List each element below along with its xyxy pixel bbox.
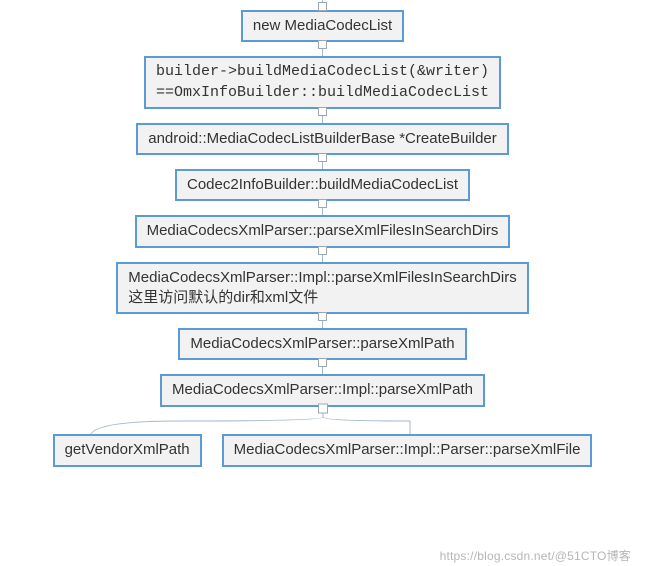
connector [322, 248, 323, 262]
connector [322, 155, 323, 169]
fork-area: getVendorXmlPath MediaCodecsXmlParser::I… [0, 407, 645, 467]
node-parsexmlpath: MediaCodecsXmlParser::parseXmlPath [178, 328, 466, 360]
node-createbuilder: android::MediaCodecListBuilderBase *Crea… [136, 123, 509, 155]
connector [322, 201, 323, 215]
flow-diagram: new MediaCodecList builder->buildMediaCo… [0, 0, 645, 467]
node-impl-parsexmlfilesinsearchdirs: MediaCodecsXmlParser::Impl::parseXmlFile… [116, 262, 528, 315]
connector [322, 42, 323, 56]
node-new-mediacodeclist: new MediaCodecList [241, 10, 404, 42]
node-codec2infobuilder: Codec2InfoBuilder::buildMediaCodecList [175, 169, 470, 201]
node-parser-parsexmlfile: MediaCodecsXmlParser::Impl::Parser::pars… [222, 434, 593, 466]
node-getvendorxmlpath: getVendorXmlPath [53, 434, 202, 466]
node-builder-buildmediacodeclist: builder->buildMediaCodecList(&writer) ==… [144, 56, 501, 109]
connector [322, 109, 323, 123]
watermark-text: https://blog.csdn.net/@51CTO博客 [440, 547, 631, 564]
entry-connector [322, 0, 323, 10]
node-parsexmlfilesinsearchdirs: MediaCodecsXmlParser::parseXmlFilesInSea… [135, 215, 511, 247]
node-impl-parsexmlpath: MediaCodecsXmlParser::Impl::parseXmlPath [160, 374, 485, 406]
connector [322, 314, 323, 328]
connector [322, 360, 323, 374]
